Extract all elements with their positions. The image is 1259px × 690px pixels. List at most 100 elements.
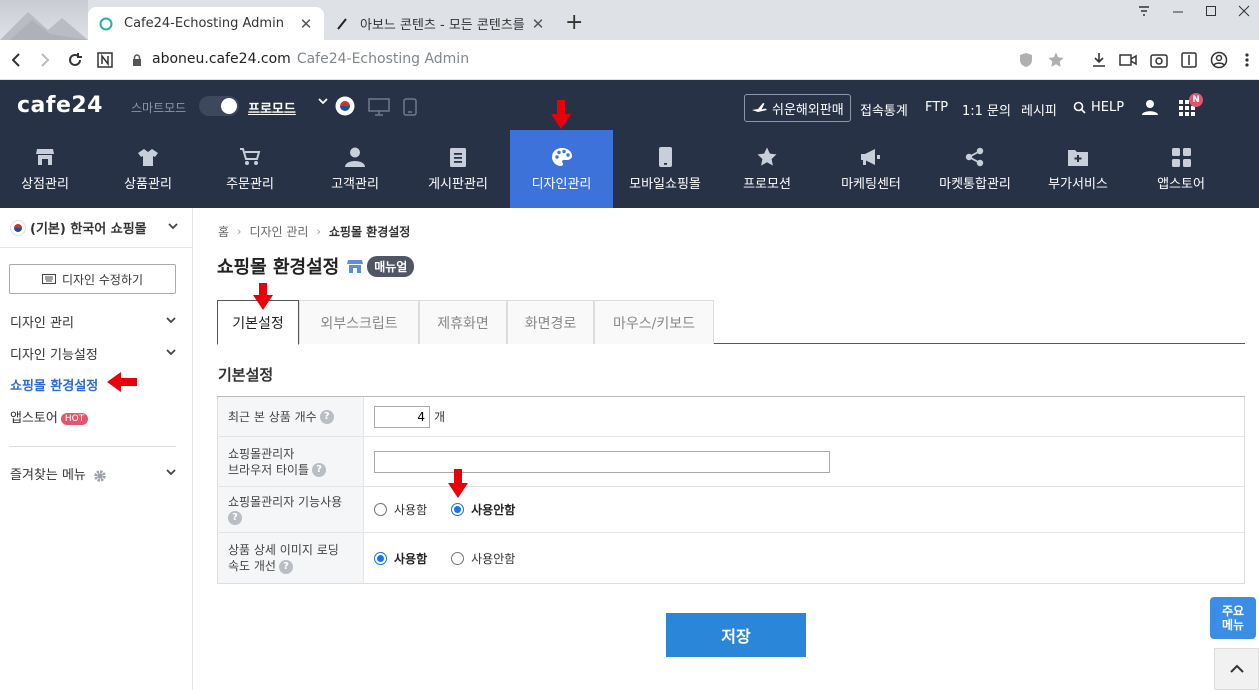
tab-external-script[interactable]: 외부스크립트 — [299, 300, 419, 344]
close-tab-icon[interactable]: ✕ — [298, 15, 314, 33]
annotation-arrow-down-icon — [448, 469, 468, 503]
tab-screen-path[interactable]: 화면경로 — [507, 300, 594, 344]
help-question-icon[interactable]: ? — [319, 409, 334, 424]
recent-count-unit: 개 — [434, 410, 446, 424]
nav-addon-services[interactable]: 부가서비스 — [1033, 130, 1123, 208]
sidebar-item-design-management[interactable]: 디자인 관리 — [10, 312, 180, 331]
bookmark-store-icon[interactable] — [347, 258, 364, 274]
tab-mouse-keyboard[interactable]: 마우스/키보드 — [594, 300, 714, 344]
help-question-icon[interactable]: ? — [312, 463, 327, 477]
maximize-icon[interactable] — [1196, 4, 1226, 22]
download-icon[interactable] — [1089, 50, 1109, 70]
korea-flag-icon[interactable] — [335, 96, 355, 116]
gear-icon[interactable] — [93, 469, 107, 483]
tab-affiliate[interactable]: 제휴화면 — [419, 300, 507, 344]
radio-label: 사용안함 — [471, 551, 516, 566]
ftp-link[interactable]: FTP — [925, 100, 948, 115]
keyboard-icon — [41, 274, 56, 284]
overseas-sales-button[interactable]: 쉬운해외판매 — [744, 94, 851, 122]
browser-tab-active[interactable]: Cafe24-Echosting Admin ✕ — [88, 7, 324, 40]
nav-promotion[interactable]: 프로모션 — [722, 130, 812, 208]
megaphone-icon — [860, 146, 882, 168]
close-tab-icon[interactable]: ✕ — [530, 15, 546, 33]
image-loading-label-line2: 속도 개선 — [228, 559, 276, 573]
nav-label: 앱스토어 — [1157, 177, 1205, 192]
radio-label: 사용안함 — [471, 503, 516, 517]
chevron-down-icon[interactable] — [318, 97, 328, 105]
design-edit-button[interactable]: 디자인 수정하기 — [9, 264, 176, 294]
scroll-to-top-button[interactable] — [1214, 648, 1259, 690]
nav-store[interactable]: 상점관리 — [0, 130, 90, 208]
nav-products[interactable]: 상품관리 — [103, 130, 193, 208]
naver-icon[interactable] — [94, 49, 116, 71]
sidebar-item-favorites[interactable]: 즐겨찾는 메뉴 — [10, 464, 180, 483]
admin-feature-use-radio[interactable]: 사용함 — [374, 501, 427, 518]
address-bar: aboneu.cafe24.com Cafe24-Echosting Admin — [0, 40, 1259, 80]
back-icon[interactable] — [5, 49, 27, 71]
breadcrumb-home[interactable]: 홈 — [218, 223, 229, 240]
recipe-link[interactable]: 레시피 — [1021, 100, 1057, 119]
help-label: HELP — [1091, 100, 1125, 115]
pro-mode-label[interactable]: 프로모드 — [248, 98, 296, 117]
form-value: 개 — [364, 397, 1245, 436]
shop-selector[interactable]: (기본) 한국어 쇼핑몰 — [0, 208, 192, 248]
reload-icon[interactable] — [64, 49, 86, 71]
help-question-icon[interactable]: ? — [278, 559, 293, 574]
nav-marketing[interactable]: 마케팅센터 — [826, 130, 916, 208]
nav-label: 마켓통합관리 — [939, 177, 1011, 192]
forward-icon[interactable] — [34, 49, 56, 71]
admin-feature-nouse-radio[interactable]: 사용안함 — [451, 501, 515, 518]
shield-icon[interactable] — [1016, 50, 1036, 70]
nav-design[interactable]: 디자인관리 — [510, 130, 613, 208]
form-label: 상품 상세 이미지 로딩 속도 개선? — [217, 533, 364, 583]
help-link[interactable]: HELP — [1073, 100, 1124, 115]
inquiry-link[interactable]: 1:1 문의 — [962, 100, 1011, 119]
browser-menu-icon[interactable] — [1237, 50, 1257, 70]
image-loading-use-radio[interactable]: 사용함 — [374, 550, 427, 567]
board-icon — [450, 146, 466, 168]
tab-search-icon[interactable] — [1129, 4, 1159, 22]
recent-count-input[interactable] — [374, 405, 430, 428]
nav-appstore[interactable]: 앱스토어 — [1136, 130, 1226, 208]
browser-tab-inactive[interactable]: 아보느 콘텐츠 - 모든 콘텐츠를 ✕ — [324, 7, 556, 40]
browser-tabstrip: Cafe24-Echosting Admin ✕ 아보느 콘텐츠 - 모든 콘텐… — [0, 0, 1259, 40]
video-icon[interactable] — [1118, 50, 1138, 70]
nav-market-integration[interactable]: 마켓통합관리 — [930, 130, 1020, 208]
sidebar-item-shop-settings[interactable]: 쇼핑몰 환경설정 — [10, 375, 98, 394]
mode-toggle[interactable] — [199, 96, 239, 116]
window-close-icon[interactable] — [1229, 4, 1259, 22]
stats-link[interactable]: 접속통계 — [860, 100, 908, 119]
quick-menu-button[interactable]: 주요 메뉴 — [1210, 597, 1256, 639]
nav-customers[interactable]: 고객관리 — [310, 130, 400, 208]
cafe24-logo[interactable]: cafe24 — [17, 93, 103, 118]
browser-title-input[interactable] — [374, 450, 830, 473]
sidebar-item-appstore[interactable]: 앱스토어 HOT — [10, 407, 180, 426]
bookmark-star-icon[interactable] — [1046, 50, 1066, 70]
sidebar-item-design-features[interactable]: 디자인 기능설정 — [10, 344, 180, 363]
nav-orders[interactable]: 주문관리 — [205, 130, 295, 208]
save-button[interactable]: 저장 — [666, 613, 806, 657]
grid-icon — [1171, 146, 1191, 168]
radio-dot — [451, 551, 465, 565]
section-title: 기본설정 — [218, 366, 274, 384]
nav-mobile[interactable]: 모바일쇼핑몰 — [620, 130, 710, 208]
profile-icon[interactable] — [1209, 50, 1229, 70]
breadcrumb-design[interactable]: 디자인 관리 — [249, 223, 308, 240]
user-icon[interactable] — [1142, 99, 1158, 115]
help-question-icon[interactable]: ? — [228, 511, 242, 525]
shirt-icon — [137, 146, 159, 168]
manual-badge[interactable]: 매뉴얼 — [367, 255, 415, 277]
desktop-icon[interactable] — [368, 98, 390, 116]
annotation-arrow-down-icon — [551, 100, 571, 134]
nav-boards[interactable]: 게시판관리 — [413, 130, 503, 208]
mobile-preview-icon[interactable] — [403, 98, 417, 116]
radio-dot-selected — [451, 503, 465, 516]
chevron-right-icon: › — [316, 225, 321, 238]
url-text[interactable]: aboneu.cafe24.com Cafe24-Echosting Admin — [152, 51, 469, 67]
image-loading-nouse-radio[interactable]: 사용안함 — [451, 550, 515, 567]
minimize-icon[interactable] — [1163, 4, 1193, 22]
new-tab-button[interactable]: + — [565, 12, 583, 34]
camera-icon[interactable] — [1149, 50, 1169, 70]
reader-icon[interactable] — [1179, 50, 1199, 70]
main-navigation: 상점관리 상품관리 주문관리 고객관리 게시판관리 디자인관리 모바일쇼핑몰 프… — [0, 130, 1259, 208]
